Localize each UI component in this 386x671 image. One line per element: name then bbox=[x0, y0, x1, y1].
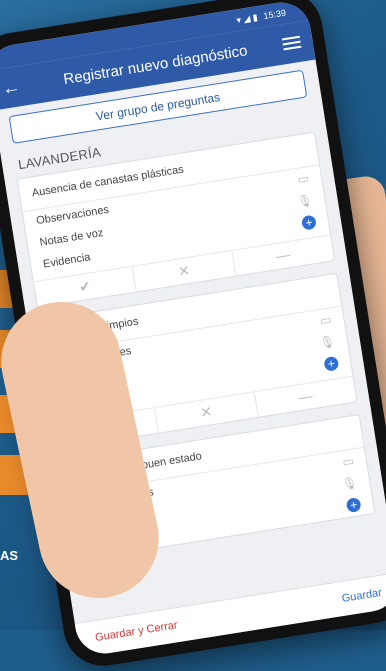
comment-icon[interactable]: ▭ bbox=[341, 454, 354, 470]
signal-icon: ▾ ◢ ▮ bbox=[235, 11, 259, 25]
back-arrow-icon[interactable]: ← bbox=[1, 74, 30, 99]
add-evidence-icon[interactable]: + bbox=[300, 214, 317, 231]
status-time: 15:39 bbox=[262, 7, 287, 22]
comment-icon[interactable]: ▭ bbox=[297, 171, 310, 187]
menu-icon[interactable] bbox=[281, 35, 302, 51]
add-evidence-icon[interactable]: + bbox=[345, 497, 362, 514]
comment-icon[interactable]: ▭ bbox=[319, 312, 332, 328]
evidence-label: Evidencia bbox=[42, 251, 92, 271]
microphone-icon[interactable]: 🎙 bbox=[319, 334, 336, 350]
save-and-close-button[interactable]: Guardar y Cerrar bbox=[94, 619, 178, 644]
banner-text: AS bbox=[0, 548, 19, 563]
microphone-icon[interactable]: 🎙 bbox=[341, 475, 358, 491]
save-button[interactable]: Guardar bbox=[341, 587, 383, 605]
microphone-icon[interactable]: 🎙 bbox=[296, 193, 313, 209]
add-evidence-icon[interactable]: + bbox=[323, 355, 340, 372]
